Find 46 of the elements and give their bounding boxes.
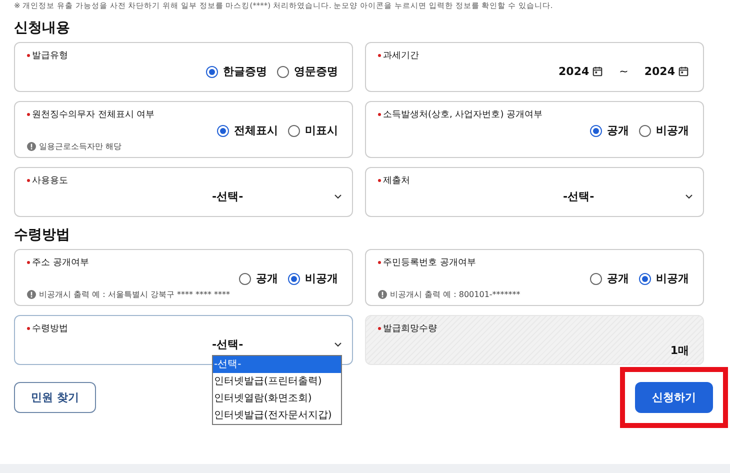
field-label: 주민등록번호 공개여부 (383, 257, 476, 269)
dropdown-option[interactable]: 인터넷열람(화면조회) (213, 390, 341, 407)
select-field[interactable]: -선택- (212, 189, 342, 204)
section-title: 수령방법 (14, 226, 71, 245)
radio-option[interactable]: 비공개 (639, 123, 689, 138)
radio-option[interactable]: 전체표시 (217, 123, 278, 138)
radio-option[interactable]: 영문증명 (277, 64, 338, 79)
quantity-value: 1매 (670, 343, 689, 358)
chevron-down-icon (685, 194, 693, 199)
field-label: 원천징수의무자 전체표시 여부 (32, 109, 155, 121)
range-separator: ~ (619, 64, 628, 79)
dropdown-option[interactable]: 인터넷발급(프린터출력) (213, 373, 341, 390)
year-field[interactable]: 2024 (644, 64, 689, 79)
field-label: 수령방법 (32, 323, 68, 335)
info-icon (27, 290, 36, 299)
radio-option[interactable]: 비공개 (288, 271, 338, 286)
hint-text: 비공개시 출력 예 : 서울특별시 강북구 **** **** **** (39, 289, 230, 300)
radio-option[interactable]: 한글증명 (206, 64, 267, 79)
radio-option[interactable]: 공개 (239, 271, 278, 286)
field-label: 발급희망수량 (383, 323, 437, 335)
chevron-down-icon (334, 194, 342, 199)
info-icon (27, 142, 36, 151)
dropdown-option[interactable]: -선택- (213, 356, 341, 373)
select-field[interactable]: -선택- (212, 337, 342, 352)
radio-option[interactable]: 미표시 (288, 123, 338, 138)
chevron-down-icon (334, 342, 342, 347)
radio-option[interactable]: 공개 (590, 123, 629, 138)
calendar-icon[interactable] (592, 66, 604, 77)
dropdown-option[interactable]: 인터넷발급(전자문서지갑) (213, 407, 341, 424)
calendar-icon[interactable] (678, 66, 689, 77)
field-label: 발급유형 (32, 50, 68, 62)
info-icon (378, 290, 387, 299)
section-title: 신청내용 (14, 19, 71, 38)
hint-text: 비공개시 출력 예 : 800101-******* (390, 289, 520, 300)
find-button[interactable]: 민원 찾기 (14, 382, 96, 413)
field-label: 소득발생처(상호, 사업자번호) 공개여부 (383, 109, 543, 121)
radio-option[interactable]: 공개 (590, 271, 629, 286)
select-field[interactable]: -선택- (563, 189, 693, 204)
field-label: 과세기간 (383, 50, 419, 62)
year-field[interactable]: 2024 (558, 64, 604, 79)
field-label: 주소 공개여부 (32, 257, 89, 269)
hint-text: 일용근로소득자만 해당 (39, 141, 122, 152)
radio-option[interactable]: 비공개 (639, 271, 689, 286)
field-label: 제출처 (383, 175, 410, 187)
field-label: 사용용도 (32, 175, 68, 187)
apply-button[interactable]: 신청하기 (635, 382, 713, 413)
